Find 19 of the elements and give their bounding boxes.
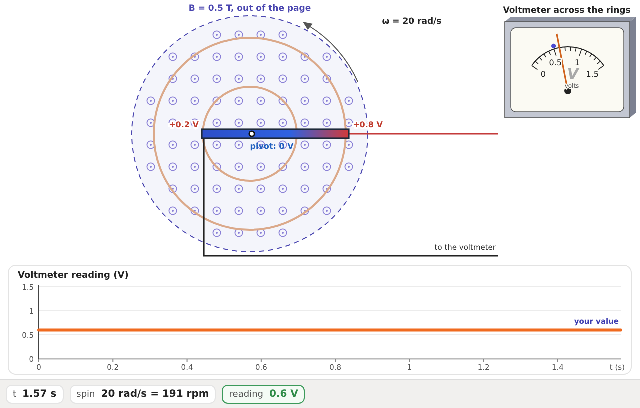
status-value: 20 rad/s = 191 rpm: [101, 388, 210, 400]
dial-label: 1.5: [586, 70, 599, 79]
dial-label: 0.5: [549, 58, 562, 68]
status-label: t: [13, 390, 17, 400]
right-voltage: +0.8 V: [353, 120, 383, 130]
field-label: B = 0.5 T, out of the page: [188, 4, 312, 14]
pivot-label: pivot: 0 V: [250, 142, 294, 151]
status-value: 0.6 V: [269, 388, 298, 400]
dial-label: 1: [574, 58, 580, 68]
rotation-arrow: [303, 22, 358, 82]
status-label: spin: [76, 390, 96, 400]
unit-symbol: V: [567, 65, 579, 83]
status-value: 1.57 s: [22, 388, 57, 400]
status-label: reading: [229, 390, 264, 400]
dial-label: 0: [540, 70, 546, 79]
pivot-point: [248, 130, 256, 138]
voltmeter-title: Voltmeter across the rings: [503, 6, 631, 16]
chart-title: Voltmeter reading (V): [18, 271, 129, 281]
spin-label: ω = 20 rad/s: [382, 17, 442, 27]
